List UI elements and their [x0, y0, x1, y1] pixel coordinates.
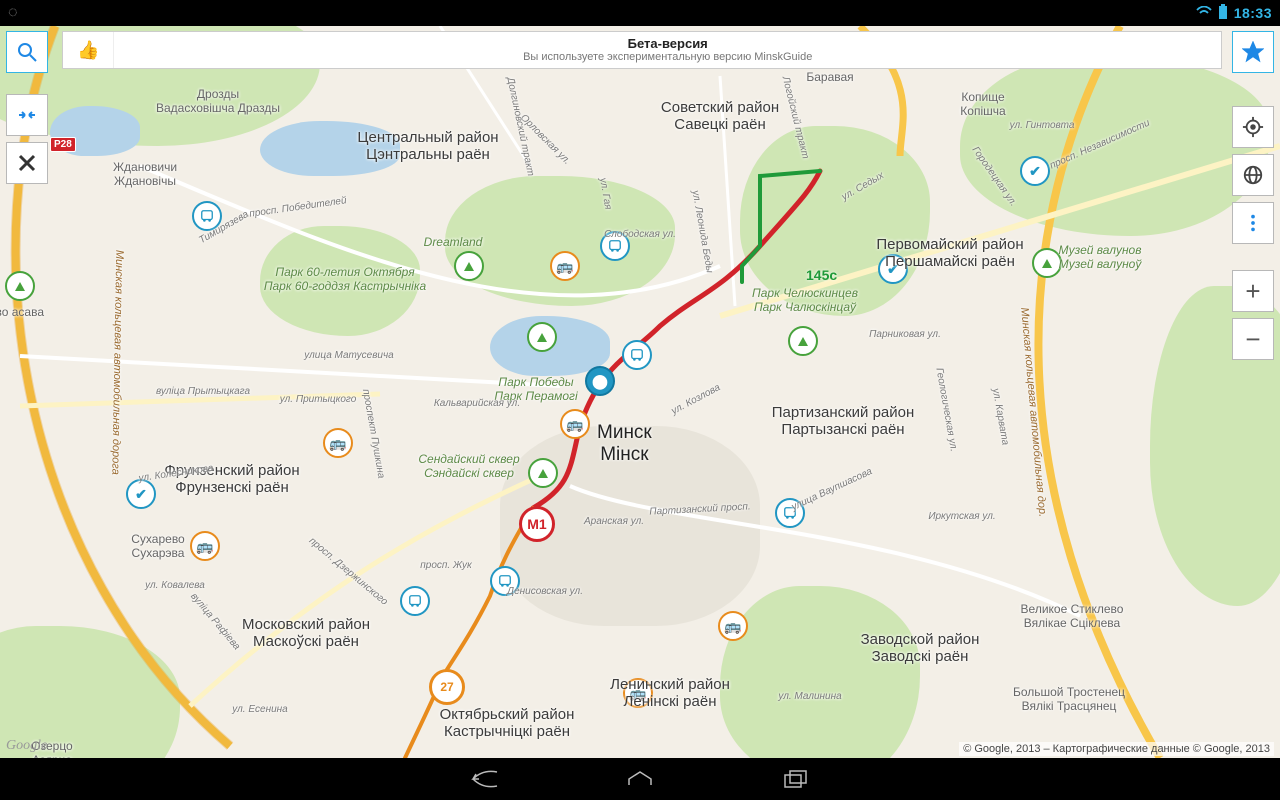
road-label: ул. Гинтовта	[1010, 120, 1075, 132]
district-label: Советский районСавецкі раён	[661, 99, 779, 134]
route-number-145c: 145с	[806, 267, 837, 283]
metro-badge-m1[interactable]: М1	[519, 506, 555, 542]
beta-banner[interactable]: 👍 Бета-версия Вы используете эксперимент…	[62, 31, 1222, 69]
park-label: Парк ЧелюскинцевПарк Чалюскінцаў	[752, 287, 858, 315]
place-label: Великое СтиклевоВялікае Сціклева	[1021, 603, 1124, 631]
map-attribution: © Google, 2013 – Картографические данные…	[959, 742, 1274, 756]
android-status-bar: ◌ 18:33	[0, 0, 1280, 26]
park-label: Парк 60-летия ОктябряПарк 60-годдзя Каст…	[264, 266, 426, 294]
poi-park[interactable]	[527, 322, 557, 352]
poi-transit[interactable]: 🚌	[190, 531, 220, 561]
map-viewport[interactable]: 🚌 ⬤ 🚌 🚌 ✔ 🚌 🚌 🚌 ✔ ✔ М1 27 145с P28 Минск…	[0, 26, 1280, 758]
place-label: СухаревоСухарэва	[131, 533, 184, 561]
gps-icon: ◌	[8, 4, 18, 22]
poi-transit[interactable]: 🚌	[323, 428, 353, 458]
road-label: Кальварийская ул.	[434, 398, 520, 410]
locate-button[interactable]	[1232, 106, 1274, 148]
banner-text: Бета-версия Вы используете экспериментал…	[114, 37, 1221, 63]
place-label: Большой ТростенецВялікі Трасцянец	[1013, 686, 1125, 714]
district-label: Первомайский районПершамайскі раён	[876, 236, 1023, 271]
park-label: Dreamland	[424, 236, 483, 250]
park-label: Сендайский скверСэндайскі сквер	[418, 453, 519, 481]
recents-button[interactable]	[778, 767, 814, 791]
bus-badge-27[interactable]: 27	[429, 669, 465, 705]
place-label: асово асава	[0, 306, 44, 320]
city-label: МинскМінск	[597, 422, 652, 466]
road-label: Аранская ул.	[584, 516, 644, 528]
district-label: Заводской районЗаводскі раён	[861, 631, 980, 666]
hwy-shield: P28	[50, 137, 76, 152]
district-label: Центральный районЦэнтральны раён	[357, 129, 498, 164]
poi-park[interactable]	[528, 458, 558, 488]
poi-bus-stop[interactable]	[622, 340, 652, 370]
district-label: Партизанский районПартызанскі раён	[772, 404, 915, 439]
poi-park[interactable]	[1032, 248, 1062, 278]
more-button[interactable]	[1232, 202, 1274, 244]
clock: 18:33	[1234, 5, 1272, 21]
district-label: Ленинский районЛенінскі раён	[610, 676, 730, 711]
road-label: ул. Притыцкого	[280, 394, 357, 406]
place-label: Баравая	[806, 71, 853, 85]
road-label: вуліца Прытыцкага	[156, 386, 250, 398]
place-label: КопищеКопішча	[960, 91, 1005, 119]
poi-park[interactable]	[788, 326, 818, 356]
poi-bus-stop[interactable]	[400, 586, 430, 616]
road-label: ул. Ковалева	[145, 580, 205, 592]
poi-park[interactable]	[454, 251, 484, 281]
poi-transit[interactable]: 🚌	[560, 409, 590, 439]
poi-transit[interactable]: 🚌	[718, 611, 748, 641]
back-button[interactable]	[466, 767, 502, 791]
battery-icon	[1218, 4, 1228, 23]
road-label: ул. Малинина	[778, 691, 841, 703]
poi-transit[interactable]: 🚌	[550, 251, 580, 281]
zoom-in-button[interactable]: +	[1232, 270, 1274, 312]
place-label: ЖдановичиЖдановічы	[113, 161, 177, 189]
android-nav-bar	[0, 758, 1280, 800]
globe-button[interactable]	[1232, 154, 1274, 196]
road-label: улица Матусевича	[304, 350, 393, 362]
collapse-button[interactable]	[6, 94, 48, 136]
close-button[interactable]	[6, 142, 48, 184]
district-label: Московский районМаскоўскі раён	[242, 616, 370, 651]
road-label: Слободская ул.	[604, 229, 676, 241]
zoom-out-button[interactable]: −	[1232, 318, 1274, 360]
park-label: Музей валуновМузей валуноў	[1059, 244, 1142, 272]
road-label: Иркутская ул.	[928, 511, 995, 523]
poi-park[interactable]	[5, 271, 35, 301]
search-button[interactable]	[6, 31, 48, 73]
home-button[interactable]	[622, 767, 658, 791]
road-label: ул. Есенина	[232, 704, 287, 716]
wifi-icon	[1196, 5, 1212, 21]
road-label: Парниковая ул.	[869, 329, 941, 341]
poi-pin[interactable]: ⬤	[585, 366, 615, 396]
road-label: Денисовская ул.	[507, 586, 583, 598]
thumbs-up-icon[interactable]: 👍	[63, 32, 114, 68]
favorites-button[interactable]	[1232, 31, 1274, 73]
road-label: просп. Жук	[420, 560, 471, 572]
district-label: Октябрьский районКастрычніцкі раён	[440, 706, 575, 741]
google-logo: Google	[6, 738, 47, 754]
place-label: ДроздыВадасховішча Дразды	[156, 88, 280, 116]
poi-checkin[interactable]: ✔	[1020, 156, 1050, 186]
